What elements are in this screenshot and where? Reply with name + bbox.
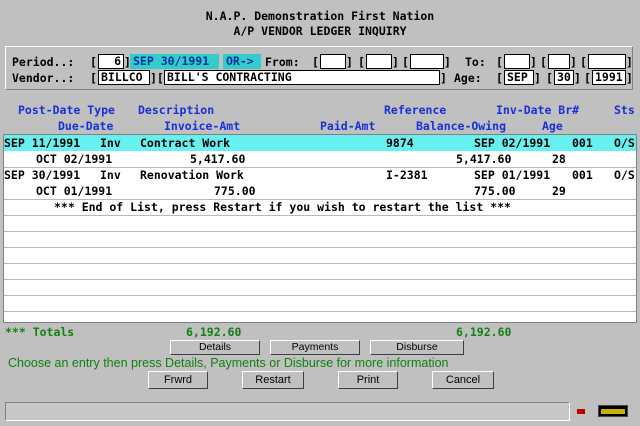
vendor-name-field[interactable]: BILL'S CONTRACTING <box>164 70 440 85</box>
indicator-icon <box>577 409 585 414</box>
vendor-code-field[interactable]: BILLCO <box>98 70 150 85</box>
vendor-bracket-open: [ <box>90 71 97 85</box>
entry-branch: 001 <box>572 168 593 182</box>
cancel-button[interactable]: Cancel <box>432 371 494 389</box>
age-month-field[interactable]: SEP <box>504 70 534 85</box>
col-invoice-amt: Invoice-Amt <box>164 119 241 133</box>
payments-button[interactable]: Payments <box>270 340 360 355</box>
from-bracket-2-close: ] <box>392 55 399 69</box>
entry-branch: 001 <box>572 136 593 150</box>
age-bracket-3-close: ] <box>626 71 633 85</box>
entry-reference: I-2381 <box>386 168 428 182</box>
age-year-field[interactable]: 1991 <box>592 70 626 85</box>
to-bracket-1: [ <box>496 55 503 69</box>
from-bracket-3-close: ] <box>444 55 451 69</box>
age-bracket-2-close: ] <box>574 71 581 85</box>
to-bracket-2-close: ] <box>570 55 577 69</box>
details-button[interactable]: Details <box>170 340 260 355</box>
entry-invoice-amt: 775.00 <box>214 184 256 198</box>
app-title: N.A.P. Demonstration First Nation <box>205 9 435 23</box>
to-bracket-3: [ <box>580 55 587 69</box>
grid-line <box>4 215 636 216</box>
print-button[interactable]: Print <box>338 371 398 389</box>
to-year-field[interactable] <box>588 54 626 69</box>
col-balance-owing: Balance-Owing <box>416 119 507 133</box>
grid-line <box>4 311 636 312</box>
period-label: Period..: <box>12 55 75 69</box>
totals-label: *** Totals <box>5 325 75 339</box>
age-bracket-2: [ <box>546 71 553 85</box>
status-bar <box>5 402 570 421</box>
grid-line <box>4 231 636 232</box>
entry-due-date: OCT 01/1991 <box>36 184 113 198</box>
entry-inv-date: SEP 02/1991 <box>474 136 551 150</box>
grid-line <box>4 247 636 248</box>
col-age: Age <box>542 119 563 133</box>
col-paid-amt: Paid-Amt <box>320 119 376 133</box>
age-day-field[interactable]: 30 <box>554 70 574 85</box>
entry-inv-date: SEP 01/1991 <box>474 168 551 182</box>
to-day-field[interactable] <box>548 54 570 69</box>
or-selector[interactable]: OR-> <box>223 54 261 69</box>
to-bracket-1-close: ] <box>530 55 537 69</box>
grid-line <box>4 263 636 264</box>
period-field[interactable]: 6 <box>98 54 124 69</box>
entry-age: 29 <box>552 184 566 198</box>
entry-description: Contract Work <box>140 136 231 150</box>
totals-invoice-amt: 6,192.60 <box>186 325 242 339</box>
col-inv-date-br: Inv-Date Br# <box>496 103 580 117</box>
disburse-button[interactable]: Disburse <box>370 340 464 355</box>
keyboard-icon <box>598 405 628 417</box>
age-label: Age: <box>454 71 482 85</box>
entry-age: 28 <box>552 152 566 166</box>
age-bracket-3: [ <box>584 71 591 85</box>
restart-button[interactable]: Restart <box>242 371 304 389</box>
from-bracket-2: [ <box>358 55 365 69</box>
from-year-field[interactable] <box>410 54 444 69</box>
col-sts: Sts <box>614 103 635 117</box>
entry-reference: 9874 <box>386 136 414 150</box>
screen-subtitle: A/P VENDOR LEDGER INQUIRY <box>233 24 407 38</box>
entry-type: Inv <box>100 168 121 182</box>
to-month-field[interactable] <box>504 54 530 69</box>
to-bracket-3-close: ] <box>626 55 633 69</box>
end-of-list-message: *** End of List, press Restart if you wi… <box>54 200 511 214</box>
period-bracket-open: [ <box>90 55 97 69</box>
entry-type: Inv <box>100 136 121 150</box>
vendor-bracket-mid: ][ <box>150 71 164 85</box>
instruction-text: Choose an entry then press Details, Paym… <box>8 356 449 370</box>
from-bracket-3: [ <box>402 55 409 69</box>
period-date-field[interactable]: SEP 30/1991 <box>130 54 219 69</box>
col-description: Description <box>138 103 215 117</box>
vendor-label: Vendor..: <box>12 71 75 85</box>
entry-status: O/S <box>614 136 635 150</box>
grid-line <box>4 295 636 296</box>
from-month-field[interactable] <box>320 54 346 69</box>
entry-post-date: SEP 30/1991 <box>4 168 81 182</box>
from-bracket-1: [ <box>312 55 319 69</box>
totals-balance-owing: 6,192.60 <box>456 325 512 339</box>
entry-balance-owing: 775.00 <box>474 184 516 198</box>
ledger-grid: SEP 11/1991 Inv Contract Work 9874 SEP 0… <box>3 134 637 323</box>
age-bracket-1: [ <box>496 71 503 85</box>
to-bracket-2: [ <box>540 55 547 69</box>
to-label: To: <box>465 55 486 69</box>
frwrd-button[interactable]: Frwrd <box>148 371 208 389</box>
entry-invoice-amt: 5,417.60 <box>190 152 246 166</box>
col-due-date: Due-Date <box>58 119 114 133</box>
col-reference: Reference <box>384 103 447 117</box>
entry-description: Renovation Work <box>140 168 244 182</box>
from-day-field[interactable] <box>366 54 392 69</box>
entry-due-date: OCT 02/1991 <box>36 152 113 166</box>
entry-balance-owing: 5,417.60 <box>456 152 512 166</box>
vendor-bracket-close: ] <box>440 71 447 85</box>
from-label: From: <box>265 55 300 69</box>
col-post-date-type: Post-Date Type <box>18 103 115 117</box>
grid-line <box>4 279 636 280</box>
entry-post-date: SEP 11/1991 <box>4 136 81 150</box>
age-bracket-1-close: ] <box>534 71 541 85</box>
entry-status: O/S <box>614 168 635 182</box>
from-bracket-1-close: ] <box>346 55 353 69</box>
